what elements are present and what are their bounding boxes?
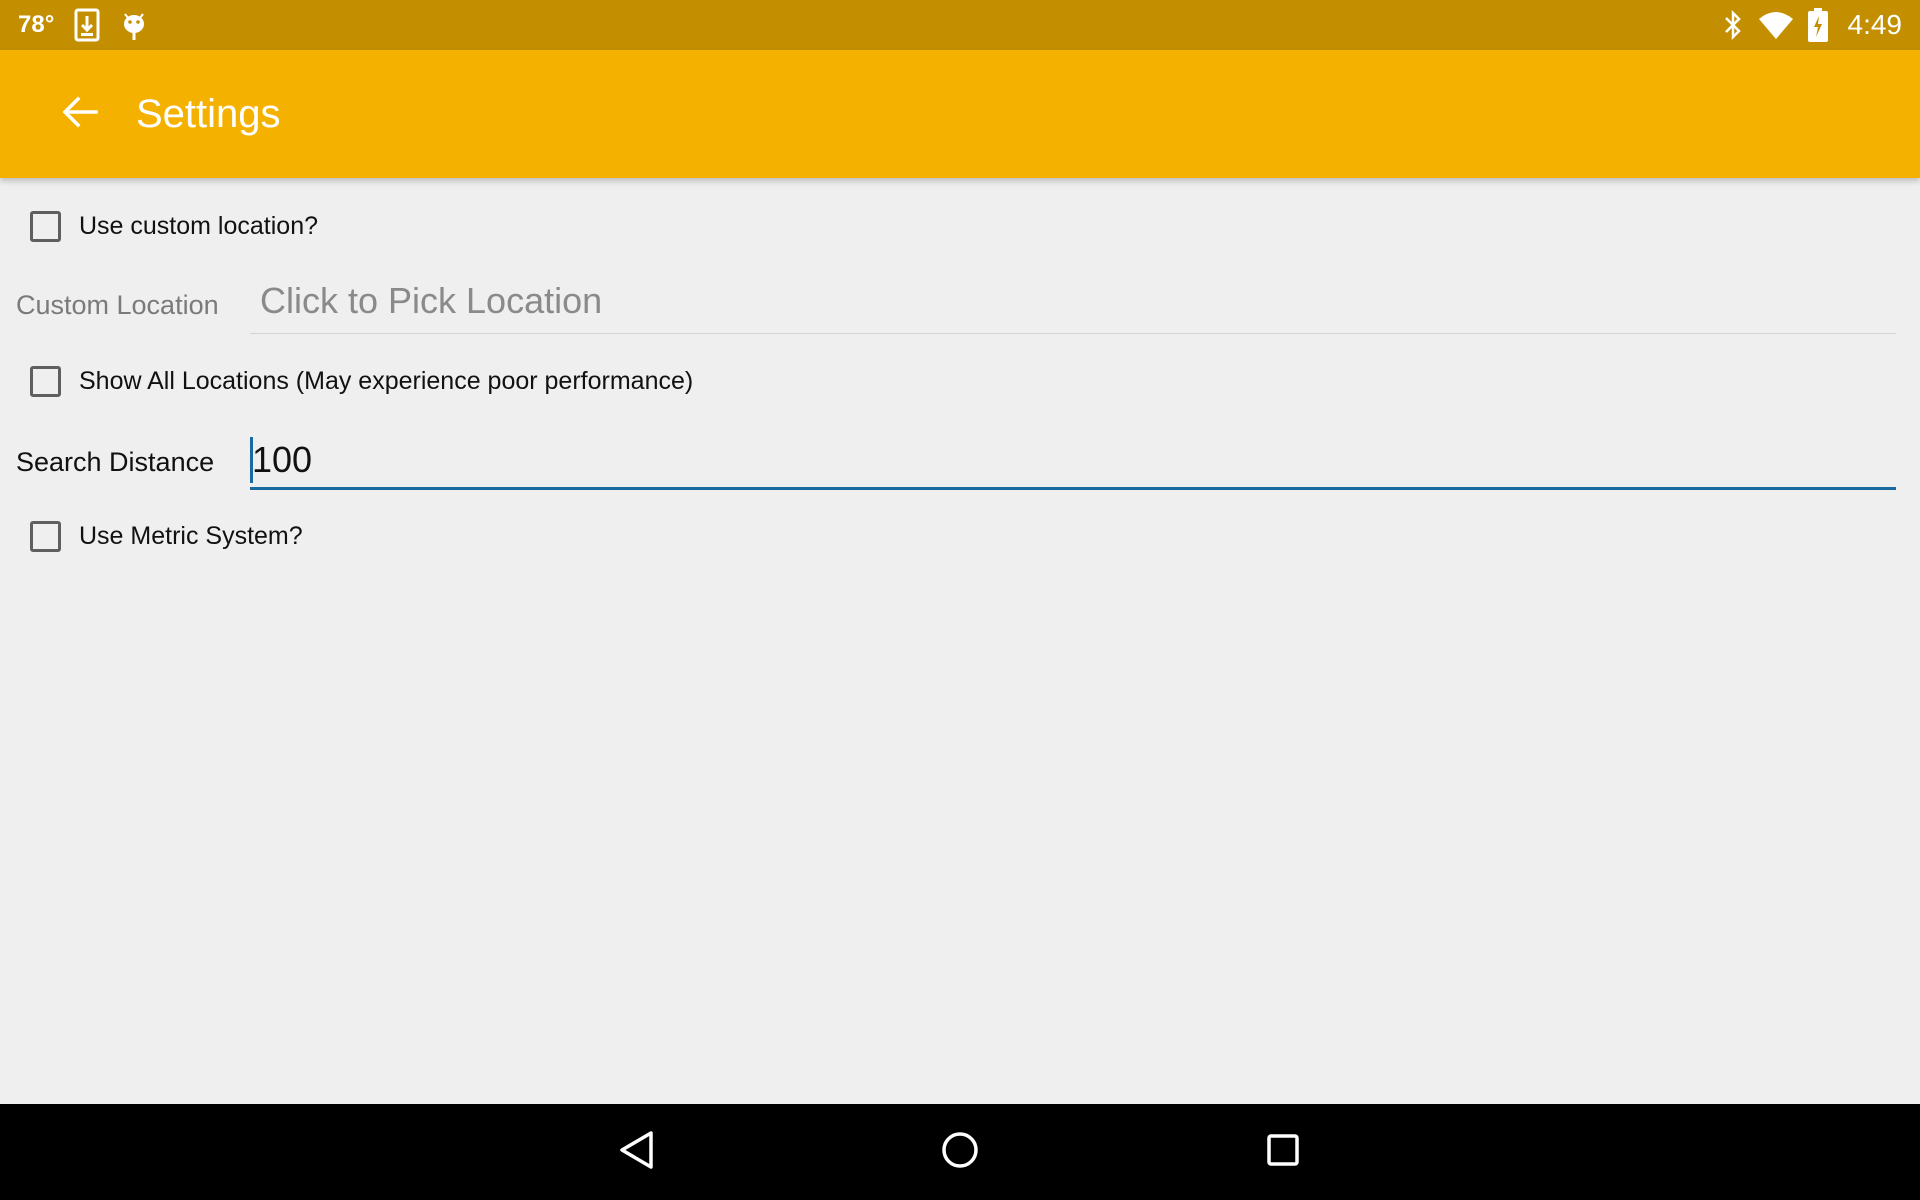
use-custom-location-label: Use custom location?	[79, 211, 319, 240]
navigation-bar	[0, 1104, 1920, 1200]
download-icon	[74, 8, 100, 42]
search-distance-input[interactable]: 100	[250, 432, 1896, 490]
use-custom-location-checkbox[interactable]: Use custom location?	[30, 206, 318, 246]
use-metric-system-label: Use Metric System?	[79, 521, 303, 550]
custom-location-field[interactable]: Click to Pick Location	[250, 276, 1896, 334]
custom-location-label: Custom Location	[16, 290, 219, 320]
show-all-locations-checkbox[interactable]: Show All Locations (May experience poor …	[30, 361, 693, 401]
nav-back-button[interactable]	[604, 1122, 668, 1182]
checkbox-box[interactable]	[30, 365, 61, 397]
show-all-locations-label: Show All Locations (May experience poor …	[79, 366, 694, 395]
bluetooth-icon	[1722, 9, 1744, 41]
app-bar: Settings	[0, 50, 1920, 178]
checkbox-box[interactable]	[30, 210, 61, 242]
use-metric-system-checkbox[interactable]: Use Metric System?	[30, 516, 303, 556]
home-circle-icon	[940, 1130, 980, 1175]
battery-charging-icon	[1807, 8, 1828, 42]
recents-square-icon	[1265, 1132, 1301, 1173]
wifi-icon	[1758, 10, 1794, 40]
settings-content: Use custom location? Custom Location Cli…	[0, 178, 1920, 1104]
arrow-back-icon	[62, 96, 98, 133]
back-triangle-icon	[616, 1129, 656, 1176]
nav-home-button[interactable]	[928, 1122, 992, 1182]
android-icon	[120, 8, 148, 42]
status-bar: 78° 4:49	[0, 0, 1920, 50]
page-title: Settings	[136, 92, 281, 136]
search-distance-label: Search Distance	[16, 447, 215, 477]
checkbox-box[interactable]	[30, 520, 61, 552]
status-left-group: 78°	[18, 0, 148, 50]
status-time: 4:49	[1847, 9, 1903, 40]
status-right-group: 4:49	[1722, 0, 1903, 50]
nav-recents-button[interactable]	[1251, 1122, 1315, 1182]
back-button[interactable]	[50, 84, 110, 144]
search-distance-value: 100	[252, 438, 313, 480]
status-temperature: 78°	[18, 11, 55, 38]
